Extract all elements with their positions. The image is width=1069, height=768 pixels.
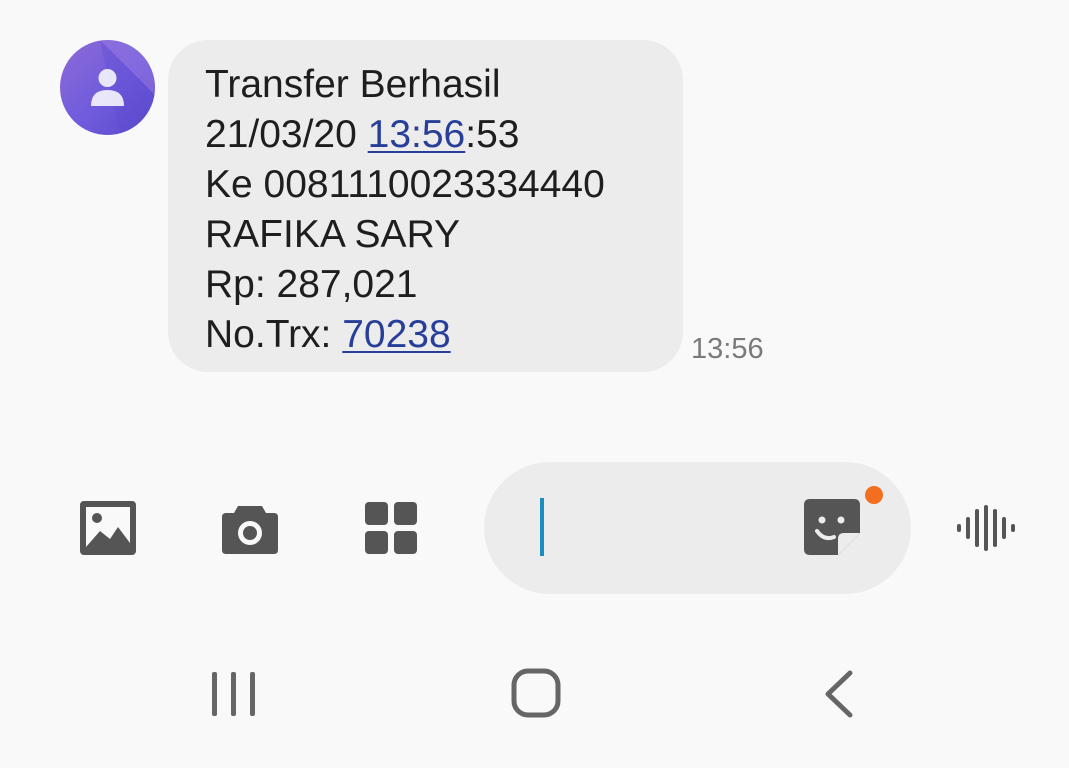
voice-wave-icon[interactable] (957, 505, 1015, 551)
message-input[interactable] (484, 462, 911, 594)
message-trx-line: No.Trx: 70238 (205, 310, 683, 360)
trx-number-link[interactable]: 70238 (342, 313, 450, 356)
message-recipient-name: RAFIKA SARY (205, 213, 461, 256)
trx-label: No.Trx: (205, 313, 343, 356)
recents-icon[interactable] (211, 672, 257, 716)
text-cursor (540, 498, 544, 556)
camera-icon[interactable] (222, 504, 278, 554)
message-date: 21/03/20 (205, 113, 368, 156)
message-amount: Rp: 287,021 (205, 263, 418, 306)
contact-avatar[interactable] (60, 40, 155, 135)
time-link[interactable]: 13:56 (368, 113, 466, 156)
message-timestamp: 13:56 (691, 333, 764, 365)
message-heading: Transfer Berhasil (205, 63, 501, 106)
message-bubble[interactable]: Transfer Berhasil 21/03/20 13:56:53 Ke 0… (168, 40, 683, 372)
home-icon[interactable] (511, 668, 561, 718)
image-icon[interactable] (80, 501, 136, 555)
person-icon (91, 69, 124, 106)
message-seconds: :53 (465, 113, 520, 156)
message-recipient-account: Ke 0081110023334440 (205, 163, 605, 206)
sticker-icon[interactable] (804, 499, 860, 555)
message-datetime-line: 21/03/20 13:56:53 (205, 110, 683, 160)
notification-dot (865, 486, 883, 504)
back-icon[interactable] (822, 670, 854, 718)
apps-grid-icon[interactable] (365, 502, 417, 554)
